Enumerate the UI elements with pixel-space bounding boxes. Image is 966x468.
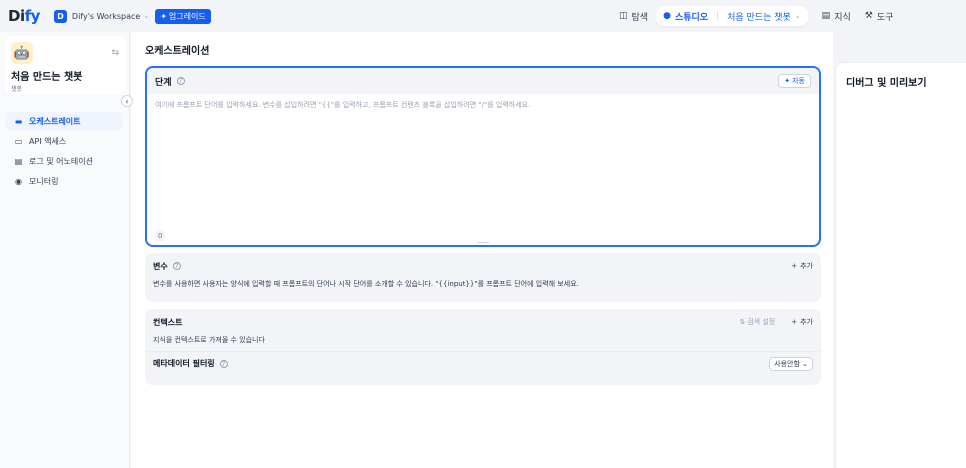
nav-knowledge[interactable]: ▤ 지식 bbox=[815, 6, 858, 26]
retrieval-label: 검색 설정 bbox=[747, 318, 776, 326]
left-sidebar: 🤖 ⇆ 처음 만드는 챗봇 챗봇 ▬ 오케스트레이트 ▭ API 액세스 ▤ 로… bbox=[0, 32, 130, 468]
file-list-icon: ▤ bbox=[14, 157, 23, 166]
context-description: 지식을 컨텍스트로 가져올 수 있습니다 bbox=[153, 336, 265, 344]
variables-description: 변수를 사용하면 사용자는 양식에 입력할 때 프롬프트의 단어나 시작 단어를… bbox=[153, 280, 579, 288]
variables-label: 변수 bbox=[153, 261, 168, 271]
add-label: 추가 bbox=[800, 318, 813, 326]
chevron-down-icon: ⌄ bbox=[802, 359, 808, 368]
add-variable-button[interactable]: + 추가 bbox=[791, 261, 813, 271]
hammer-icon: ⚒ bbox=[864, 11, 873, 21]
orchestration-panel: 오케스트레이션 단계 ? ✦ 자동 여기에 프롬프트 단어를 입력하세요. 변수… bbox=[131, 32, 833, 468]
compass-icon: ◫ bbox=[619, 11, 628, 21]
sidebar-item-api-access[interactable]: ▭ API 액세스 bbox=[6, 132, 122, 151]
app-info-card[interactable]: 🤖 ⇆ 처음 만드는 챗봇 챗봇 bbox=[5, 36, 125, 94]
metadata-label: 메타데이터 필터링 bbox=[153, 359, 215, 368]
context-label: 컨텍스트 bbox=[153, 317, 183, 327]
sidebar-item-label: 로그 및 어노테이션 bbox=[29, 157, 93, 166]
sidebar-item-label: API 액세스 bbox=[29, 137, 67, 146]
sparkle-icon: ✦ bbox=[160, 11, 167, 21]
nav-tools-label: 도구 bbox=[876, 12, 894, 23]
metadata-filter-select[interactable]: 사용안함 ⌄ bbox=[769, 356, 813, 371]
prompt-input[interactable]: 여기에 프롬프트 단어를 입력하세요. 변수를 삽입하려면 "{{"를 입력하고… bbox=[147, 94, 819, 116]
sidebar-menu: ▬ 오케스트레이트 ▭ API 액세스 ▤ 로그 및 어노테이션 ◉ 모니터링 bbox=[6, 112, 122, 192]
metadata-value: 사용안함 bbox=[774, 359, 800, 368]
plus-icon: + bbox=[791, 318, 798, 326]
debug-title: 디버그 및 미리보기 bbox=[846, 78, 927, 89]
switch-icon[interactable]: ⇆ bbox=[111, 48, 119, 58]
app-type: 챗봇 bbox=[11, 86, 23, 93]
upgrade-label: 업그레이드 bbox=[168, 11, 206, 21]
nav-tools[interactable]: ⚒ 도구 bbox=[858, 6, 901, 26]
chevron-down-icon[interactable]: ⌄ bbox=[143, 12, 149, 20]
variables-section: 변수 ? + 추가 변수를 사용하면 사용자는 양식에 입력할 때 프롬프트의 … bbox=[145, 253, 821, 302]
main-nav: ◫ 탐색 ● 스튜디오 | 처음 만드는 챗봇 ⌄ ▤ 지식 ⚒ 도구 bbox=[612, 6, 900, 26]
workspace-badge[interactable]: D bbox=[53, 9, 67, 23]
prompt-label: 단계 bbox=[155, 77, 172, 88]
sparkle-icon: ✦ bbox=[784, 77, 791, 85]
nav-explore-label: 탐색 bbox=[631, 12, 649, 23]
logo-accent: fy bbox=[24, 7, 41, 25]
context-section: 컨텍스트 ⇅ 검색 설정 + 추가 지식을 컨텍스트로 가져올 수 있습니다 메… bbox=[145, 309, 821, 385]
auto-generate-button[interactable]: ✦ 자동 bbox=[778, 74, 811, 88]
sidebar-item-logs[interactable]: ▤ 로그 및 어노테이션 bbox=[6, 152, 122, 171]
layout-icon: ▬ bbox=[14, 117, 23, 126]
nav-studio-label: 스튜디오 bbox=[674, 12, 709, 23]
help-icon[interactable]: ? bbox=[172, 262, 181, 270]
add-context-button[interactable]: + 추가 bbox=[791, 317, 813, 327]
nav-studio[interactable]: ● 스튜디오 | 처음 만드는 챗봇 ⌄ bbox=[655, 6, 809, 26]
upgrade-button[interactable]: ✦ 업그레이드 bbox=[155, 8, 211, 24]
prompt-header: 단계 ? ✦ 자동 bbox=[147, 68, 819, 94]
add-label: 추가 bbox=[800, 262, 813, 270]
context-header: 컨텍스트 ⇅ 검색 설정 + 추가 bbox=[145, 309, 821, 335]
logo-text: Di bbox=[8, 7, 25, 25]
dashboard-icon: ◉ bbox=[15, 177, 22, 186]
chevron-down-icon[interactable]: ⌄ bbox=[795, 12, 801, 20]
auto-label: 자동 bbox=[792, 77, 805, 85]
terminal-icon: ▭ bbox=[14, 137, 23, 146]
help-icon[interactable]: ? bbox=[219, 359, 228, 368]
sidebar-item-label: 모니터링 bbox=[29, 177, 59, 186]
robot-icon: ● bbox=[663, 11, 671, 21]
book-icon: ▤ bbox=[821, 11, 831, 21]
resize-handle[interactable] bbox=[477, 242, 489, 243]
collapse-sidebar-button[interactable]: ‹ bbox=[121, 95, 133, 107]
help-icon[interactable]: ? bbox=[176, 77, 185, 85]
current-app-selector[interactable]: 처음 만드는 챗봇 bbox=[727, 10, 791, 23]
dify-logo[interactable]: Dify bbox=[8, 7, 40, 25]
plus-icon: + bbox=[791, 262, 798, 270]
app-name: 처음 만드는 챗봇 bbox=[11, 72, 83, 83]
metadata-filter-row: 메타데이터 필터링 ? 사용안함 ⌄ bbox=[145, 351, 821, 375]
debug-preview-panel: 디버그 및 미리보기 bbox=[836, 63, 966, 468]
char-count: 0 bbox=[155, 231, 166, 241]
nav-knowledge-label: 지식 bbox=[834, 12, 851, 23]
sidebar-item-orchestrate[interactable]: ▬ 오케스트레이트 bbox=[6, 112, 122, 131]
retrieval-settings-button[interactable]: ⇅ 검색 설정 bbox=[739, 317, 775, 327]
prompt-editor[interactable]: 단계 ? ✦ 자동 여기에 프롬프트 단어를 입력하세요. 변수를 삽입하려면 … bbox=[145, 66, 821, 247]
top-navbar: Dify D Dify's Workspace ⌄ ✦ 업그레이드 ◫ 탐색 ●… bbox=[0, 0, 966, 32]
app-avatar: 🤖 bbox=[11, 42, 33, 64]
settings-icon: ⇅ bbox=[739, 318, 746, 326]
nav-explore[interactable]: ◫ 탐색 bbox=[612, 6, 655, 26]
variables-header: 변수 ? + 추가 bbox=[145, 253, 821, 279]
sidebar-item-label: 오케스트레이트 bbox=[29, 117, 81, 126]
nav-divider: | bbox=[716, 11, 720, 21]
sidebar-item-monitoring[interactable]: ◉ 모니터링 bbox=[6, 172, 122, 191]
workspace-name[interactable]: Dify's Workspace bbox=[72, 12, 140, 21]
page-title: 오케스트레이션 bbox=[145, 46, 210, 57]
